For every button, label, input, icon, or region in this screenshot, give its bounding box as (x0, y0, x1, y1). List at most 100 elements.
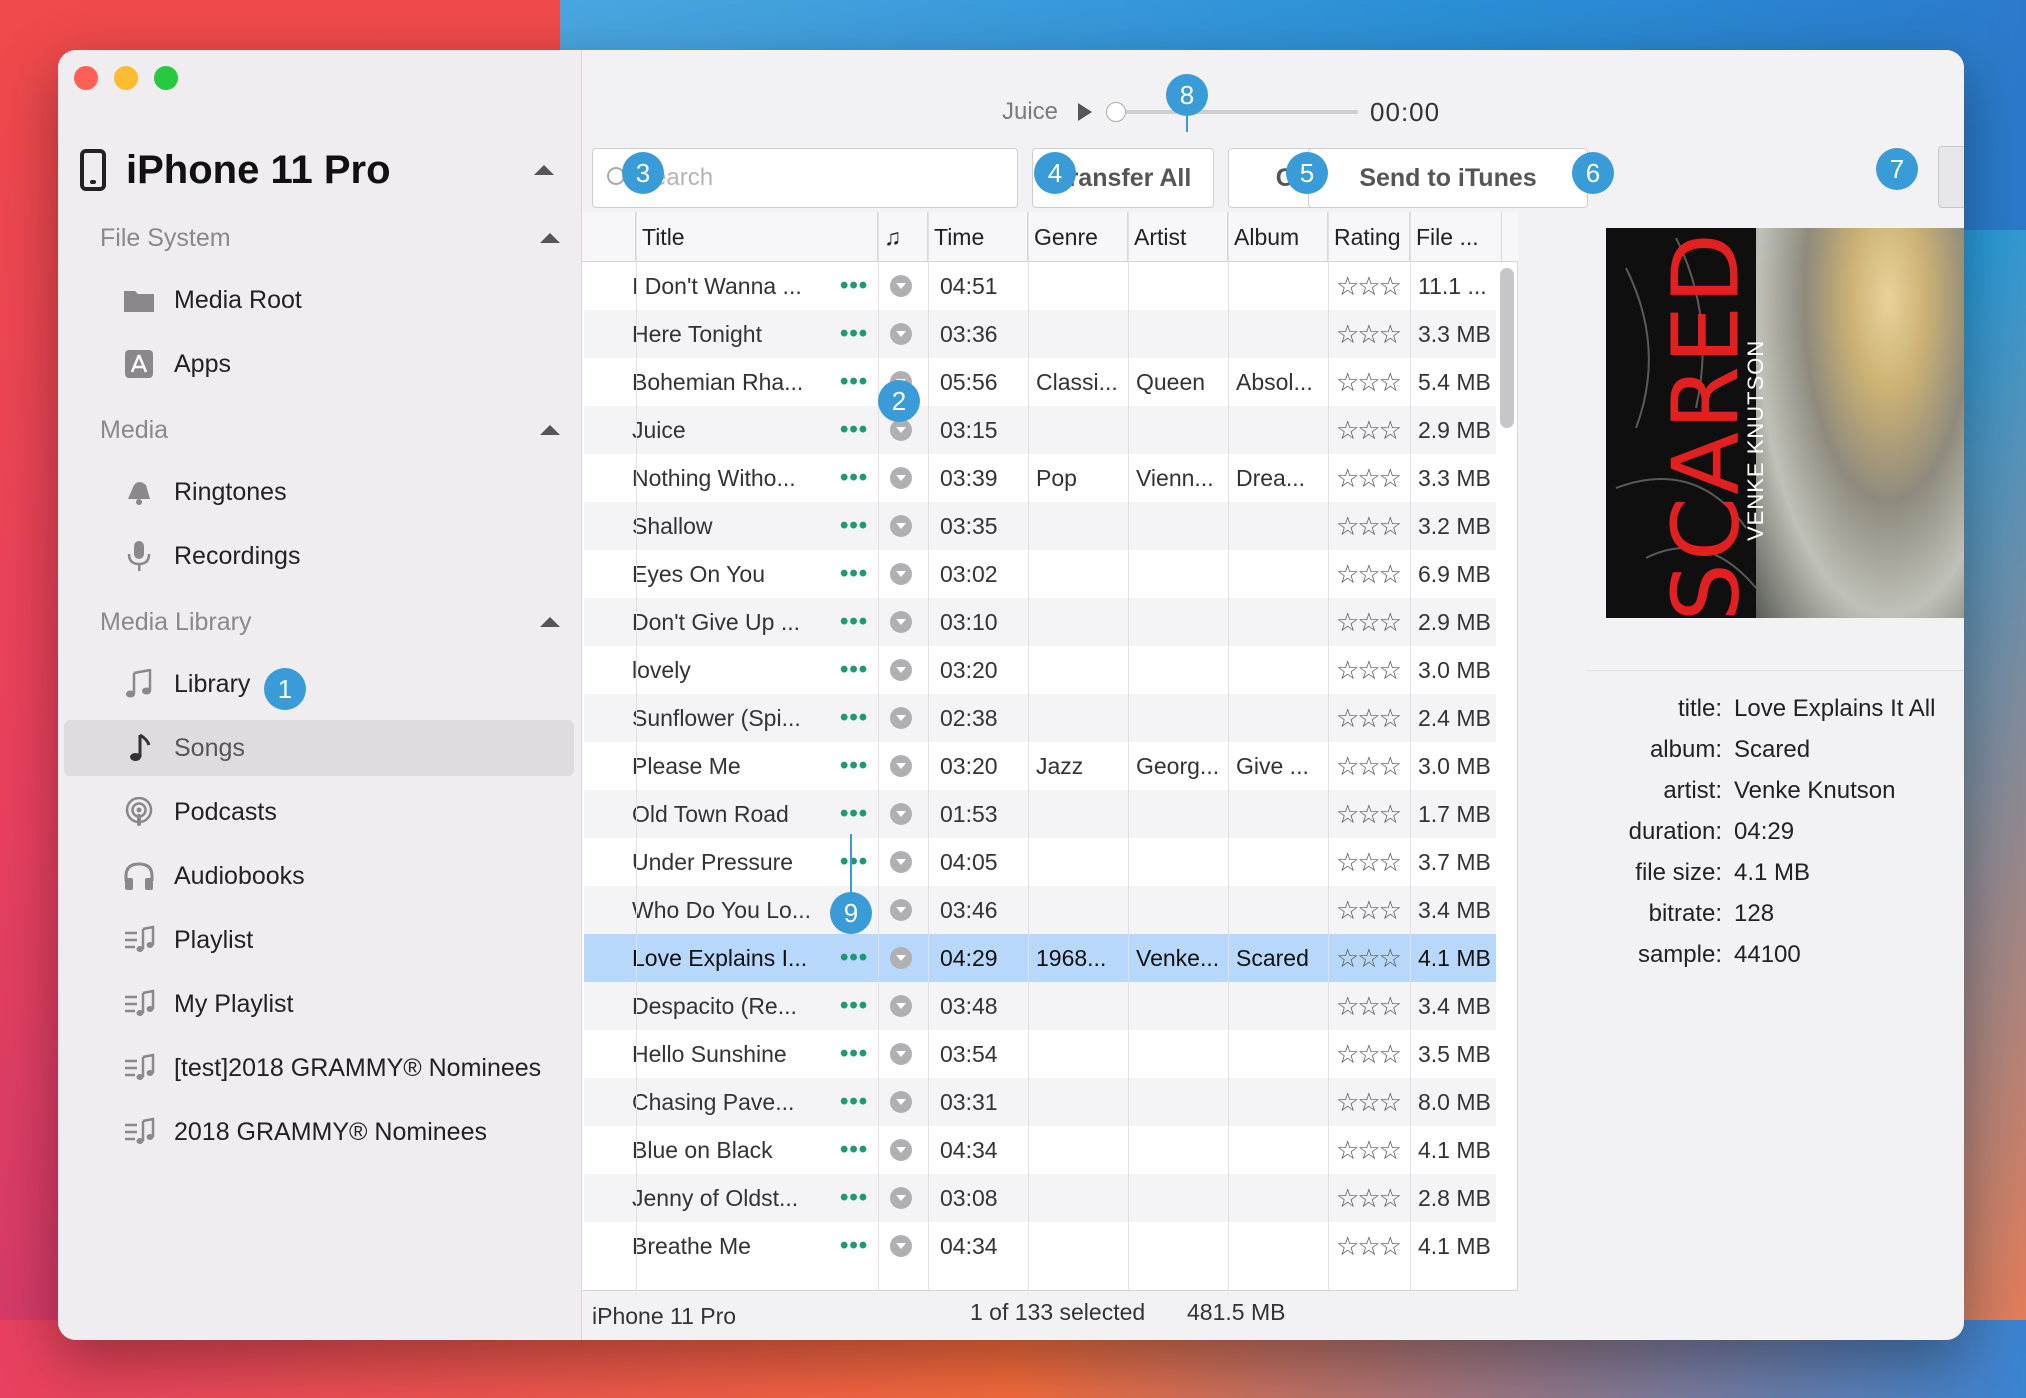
more-options-icon[interactable]: ••• (840, 1030, 880, 1078)
device-header[interactable]: iPhone 11 Pro (76, 142, 576, 198)
download-icon[interactable] (890, 454, 920, 502)
table-row[interactable]: Under Pressure ••• 04:05 ☆☆☆ 3.7 MB (584, 838, 1496, 886)
playback-slider[interactable] (1106, 102, 1359, 122)
column-rating[interactable]: Rating (1328, 212, 1410, 262)
download-icon[interactable] (890, 886, 920, 934)
sidebar-item-media-root[interactable]: Media Root (122, 272, 582, 328)
rating-stars[interactable]: ☆☆☆ (1336, 1030, 1412, 1078)
rating-stars[interactable]: ☆☆☆ (1336, 934, 1412, 982)
table-scrollbar[interactable] (1500, 268, 1514, 428)
rating-stars[interactable]: ☆☆☆ (1336, 982, 1412, 1030)
table-row[interactable]: Breathe Me ••• 04:34 ☆☆☆ 4.1 MB (584, 1222, 1496, 1270)
table-row[interactable]: Juice ••• 03:15 ☆☆☆ 2.9 MB (584, 406, 1496, 454)
section-media-library[interactable]: Media Library (100, 602, 580, 642)
sidebar-item-my-playlist[interactable]: My Playlist (122, 976, 582, 1032)
more-options-icon[interactable]: ••• (840, 742, 880, 790)
table-row[interactable]: Please Me ••• 03:20 Jazz Georg... Give ... ☆☆☆… (584, 742, 1496, 790)
download-icon[interactable] (890, 550, 920, 598)
download-icon[interactable] (890, 598, 920, 646)
sidebar-item-podcasts[interactable]: Podcasts (122, 784, 582, 840)
download-icon[interactable] (890, 262, 920, 310)
more-options-icon[interactable]: ••• (840, 646, 880, 694)
column-time[interactable]: Time (928, 212, 1028, 262)
rating-stars[interactable]: ☆☆☆ (1336, 550, 1412, 598)
send-to-itunes-button[interactable]: Send to iTunes (1308, 148, 1588, 208)
more-options-icon[interactable]: ••• (840, 262, 880, 310)
download-icon[interactable] (890, 694, 920, 742)
collapse-section-icon[interactable] (540, 617, 560, 627)
table-row[interactable]: Despacito (Re... ••• 03:48 ☆☆☆ 3.4 MB (584, 982, 1496, 1030)
download-icon[interactable] (890, 982, 920, 1030)
close-button[interactable] (74, 66, 98, 90)
sidebar-item-library[interactable]: Library (122, 656, 582, 712)
column-artist[interactable]: Artist (1128, 212, 1228, 262)
more-options-icon[interactable]: ••• (840, 598, 880, 646)
more-options-icon[interactable]: ••• (840, 1078, 880, 1126)
download-icon[interactable] (890, 838, 920, 886)
download-icon[interactable] (890, 790, 920, 838)
rating-stars[interactable]: ☆☆☆ (1336, 838, 1412, 886)
table-row[interactable]: Nothing Witho... ••• 03:39 Pop Vienn... Drea.… (584, 454, 1496, 502)
rating-stars[interactable]: ☆☆☆ (1336, 646, 1412, 694)
rating-stars[interactable]: ☆☆☆ (1336, 598, 1412, 646)
more-options-icon[interactable]: ••• (840, 934, 880, 982)
table-row[interactable]: Shallow ••• 03:35 ☆☆☆ 3.2 MB (584, 502, 1496, 550)
rating-stars[interactable]: ☆☆☆ (1336, 742, 1412, 790)
sidebar-item-apps[interactable]: Apps (122, 336, 582, 392)
table-row[interactable]: Who Do You Lo...•••03:46☆☆☆3.4 MB (584, 886, 1496, 934)
sidebar-item-songs[interactable]: Songs (64, 720, 574, 776)
table-row[interactable]: Love Explains I... ••• 04:29 1968... Venke..… (584, 934, 1496, 982)
table-row[interactable]: Don't Give Up ... ••• 03:10 ☆☆☆ 2.9 MB (584, 598, 1496, 646)
more-options-icon[interactable]: ••• (840, 1126, 880, 1174)
table-row[interactable]: Jenny of Oldst... ••• 03:08 ☆☆☆ 2.8 MB (584, 1174, 1496, 1222)
download-icon[interactable] (890, 502, 920, 550)
table-row[interactable]: Sunflower (Spi... ••• 02:38 ☆☆☆ 2.4 MB (584, 694, 1496, 742)
rating-stars[interactable]: ☆☆☆ (1336, 1174, 1412, 1222)
rating-stars[interactable]: ☆☆☆ (1336, 694, 1412, 742)
column-music-note-icon[interactable]: ♫ (878, 212, 928, 262)
sidebar-item-audiobooks[interactable]: Audiobooks (122, 848, 582, 904)
rating-stars[interactable]: ☆☆☆ (1336, 406, 1412, 454)
rating-stars[interactable]: ☆☆☆ (1336, 310, 1412, 358)
table-row[interactable]: Eyes On You ••• 03:02 ☆☆☆ 6.9 MB (584, 550, 1496, 598)
header-checkbox-column[interactable] (582, 212, 636, 262)
sidebar-item-grammy-nominees[interactable]: 2018 GRAMMY® Nominees (122, 1104, 582, 1160)
more-options-icon[interactable]: ••• (840, 502, 880, 550)
section-file-system[interactable]: File System (100, 218, 580, 258)
sidebar-item-test-grammy-nominees[interactable]: [test]2018 GRAMMY® Nominees (122, 1040, 582, 1096)
more-options-icon[interactable]: ••• (840, 310, 880, 358)
minimize-button[interactable] (114, 66, 138, 90)
more-options-icon[interactable]: ••• (840, 982, 880, 1030)
sidebar-item-recordings[interactable]: Recordings (122, 528, 582, 584)
table-row[interactable]: Blue on Black ••• 04:34 ☆☆☆ 4.1 MB (584, 1126, 1496, 1174)
toggle-details-button[interactable] (1938, 146, 1964, 208)
collapse-section-icon[interactable] (540, 425, 560, 435)
download-icon[interactable] (890, 1030, 920, 1078)
download-icon[interactable] (890, 1126, 920, 1174)
more-options-icon[interactable]: ••• (840, 838, 880, 886)
rating-stars[interactable]: ☆☆☆ (1336, 454, 1412, 502)
more-options-icon[interactable]: ••• (840, 454, 880, 502)
zoom-button[interactable] (154, 66, 178, 90)
table-row[interactable]: I Don't Wanna ... ••• 04:51 ☆☆☆ 11.1 ... (584, 262, 1496, 310)
rating-stars[interactable]: ☆☆☆ (1336, 358, 1412, 406)
table-row[interactable]: Here Tonight ••• 03:36 ☆☆☆ 3.3 MB (584, 310, 1496, 358)
more-options-icon[interactable]: ••• (840, 694, 880, 742)
collapse-device-icon[interactable] (534, 165, 554, 175)
rating-stars[interactable]: ☆☆☆ (1336, 262, 1412, 310)
table-row[interactable]: Chasing Pave... ••• 03:31 ☆☆☆ 8.0 MB (584, 1078, 1496, 1126)
download-icon[interactable] (890, 934, 920, 982)
section-media[interactable]: Media (100, 410, 580, 450)
table-row[interactable]: Hello Sunshine ••• 03:54 ☆☆☆ 3.5 MB (584, 1030, 1496, 1078)
more-options-icon[interactable]: ••• (840, 1222, 880, 1270)
download-icon[interactable] (890, 1078, 920, 1126)
table-row[interactable]: Bohemian Rha... ••• 05:56 Classi... Queen Abs… (584, 358, 1496, 406)
play-icon[interactable] (1078, 103, 1093, 121)
rating-stars[interactable]: ☆☆☆ (1336, 1126, 1412, 1174)
download-icon[interactable] (890, 1222, 920, 1270)
download-icon[interactable] (890, 310, 920, 358)
column-album[interactable]: Album (1228, 212, 1328, 262)
rating-stars[interactable]: ☆☆☆ (1336, 1222, 1412, 1270)
table-row[interactable]: Old Town Road ••• 01:53 ☆☆☆ 1.7 MB (584, 790, 1496, 838)
download-icon[interactable] (890, 646, 920, 694)
